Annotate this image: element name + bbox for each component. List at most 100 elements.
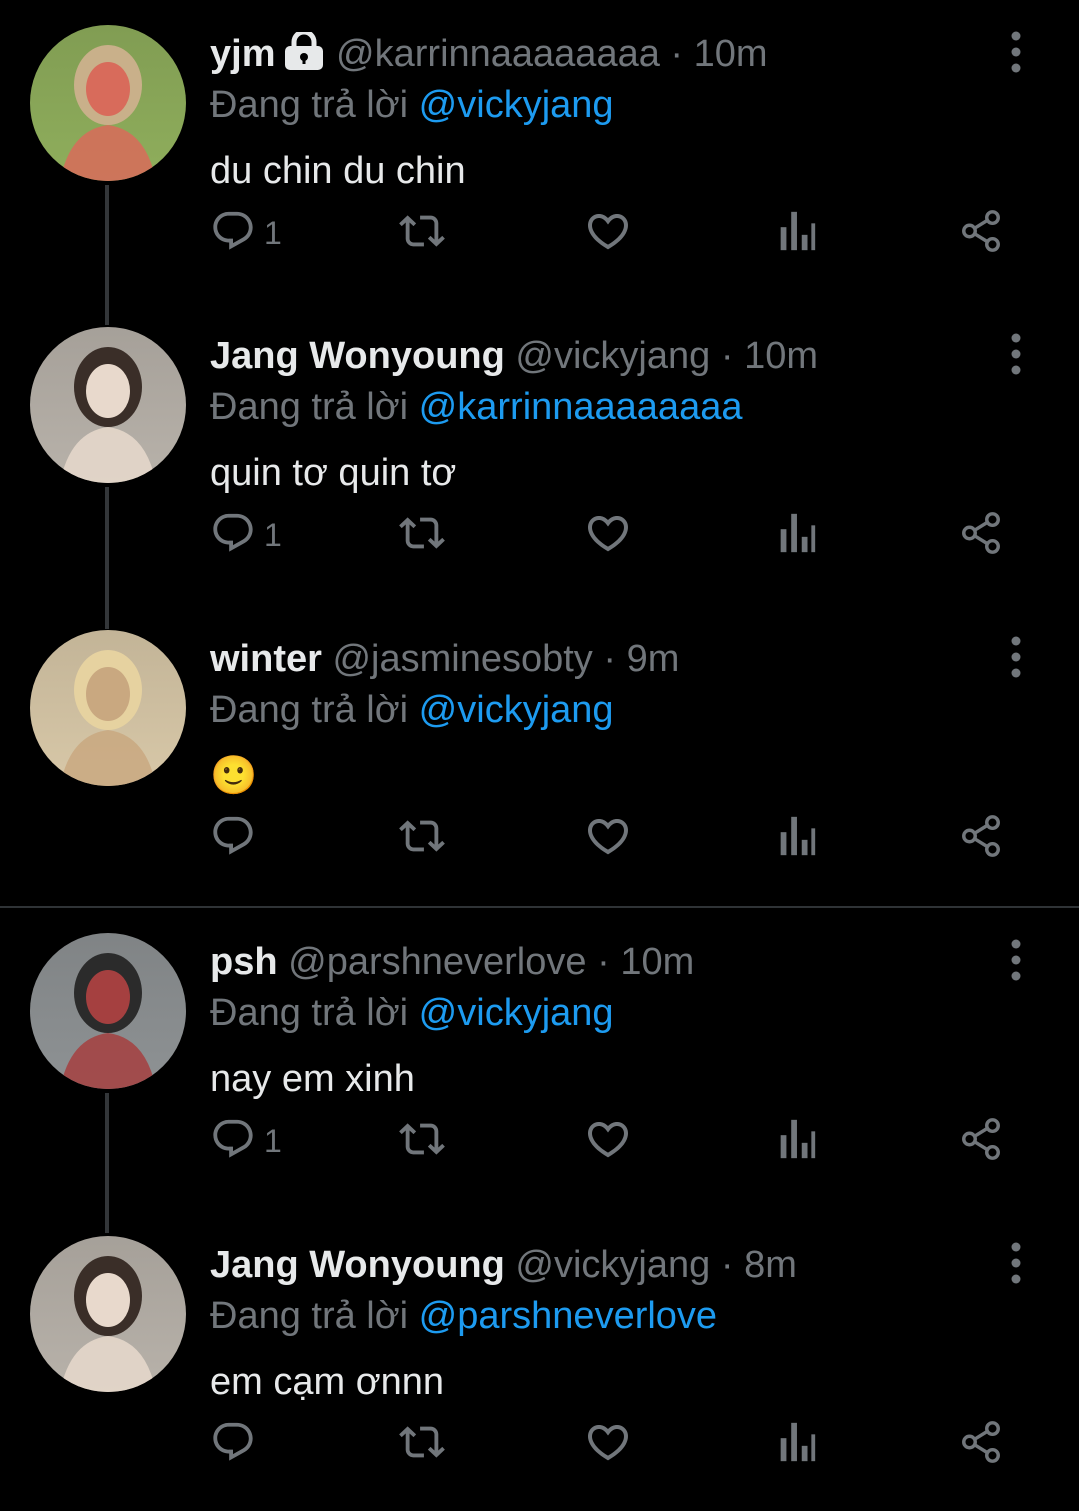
- share-icon: [958, 1116, 1004, 1167]
- display-name[interactable]: Jang Wonyoung: [210, 1244, 505, 1286]
- retweet-button[interactable]: [396, 205, 448, 261]
- avatar[interactable]: [30, 25, 186, 181]
- more-icon[interactable]: [1004, 30, 1028, 74]
- tweet-text: du chin du chin: [210, 150, 466, 192]
- timestamp[interactable]: 10m: [744, 335, 818, 377]
- tweet-text: nay em xinh: [210, 1058, 415, 1100]
- reply-button[interactable]: 1: [210, 1113, 282, 1169]
- tweet[interactable]: Jang Wonyoung @vickyjang · 8m Đang trả l…: [0, 1211, 1079, 1511]
- replying-to: Đang trả lời @vickyjang: [210, 687, 614, 733]
- views-icon: [776, 1419, 816, 1470]
- reply-count: 1: [264, 516, 282, 553]
- avatar[interactable]: [30, 933, 186, 1089]
- more-icon[interactable]: [1004, 635, 1028, 679]
- retweet-button[interactable]: [396, 810, 448, 866]
- action-bar: [210, 1416, 1020, 1472]
- views-icon: [776, 208, 816, 259]
- replying-to-label: Đang trả lời: [210, 689, 409, 731]
- avatar[interactable]: [30, 327, 186, 483]
- mention-link[interactable]: @parshneverlove: [419, 1295, 717, 1337]
- share-button[interactable]: [958, 810, 1004, 866]
- like-icon: [584, 207, 632, 260]
- tweet-header: psh @parshneverlove · 10m: [210, 938, 694, 986]
- display-name[interactable]: psh: [210, 941, 278, 983]
- avatar[interactable]: [30, 630, 186, 786]
- retweet-button[interactable]: [396, 507, 448, 563]
- action-bar: 1: [210, 1113, 1020, 1169]
- user-handle[interactable]: @karrinnaaaaaaaa: [336, 33, 660, 75]
- retweet-button[interactable]: [396, 1416, 448, 1472]
- action-bar: [210, 810, 1020, 866]
- timestamp[interactable]: 10m: [694, 33, 768, 75]
- share-icon: [958, 813, 1004, 864]
- like-button[interactable]: [584, 810, 632, 866]
- retweet-icon: [396, 1116, 448, 1167]
- views-icon: [776, 1116, 816, 1167]
- more-icon[interactable]: [1004, 332, 1028, 376]
- more-icon[interactable]: [1004, 938, 1028, 982]
- separator-dot: ·: [603, 638, 617, 680]
- like-icon: [584, 509, 632, 562]
- views-icon: [776, 510, 816, 561]
- retweet-icon: [396, 510, 448, 561]
- replying-to-label: Đang trả lời: [210, 84, 409, 126]
- retweet-icon: [396, 813, 448, 864]
- reply-button[interactable]: 1: [210, 205, 282, 261]
- replying-to-label: Đang trả lời: [210, 1295, 409, 1337]
- share-icon: [958, 1419, 1004, 1470]
- share-icon: [958, 510, 1004, 561]
- views-button[interactable]: [776, 1416, 816, 1472]
- reply-button[interactable]: 1: [210, 507, 282, 563]
- reply-icon: [210, 1116, 256, 1167]
- user-handle[interactable]: @parshneverlove: [288, 941, 586, 983]
- reply-count: 1: [264, 214, 282, 251]
- mention-link[interactable]: @vickyjang: [419, 84, 614, 126]
- share-button[interactable]: [958, 1113, 1004, 1169]
- like-icon: [584, 812, 632, 865]
- tweet[interactable]: winter @jasminesobty · 9m Đang trả lời @…: [0, 605, 1079, 905]
- user-handle[interactable]: @vickyjang: [515, 335, 710, 377]
- timestamp[interactable]: 10m: [620, 941, 694, 983]
- reply-button[interactable]: [210, 810, 264, 866]
- mention-link[interactable]: @karrinnaaaaaaaa: [419, 386, 743, 428]
- action-bar: 1: [210, 507, 1020, 563]
- views-button[interactable]: [776, 1113, 816, 1169]
- avatar[interactable]: [30, 1236, 186, 1392]
- tweet[interactable]: yjm @karrinnaaaaaaaa · 10m Đang trả lời …: [0, 0, 1079, 300]
- user-handle[interactable]: @vickyjang: [515, 1244, 710, 1286]
- action-bar: 1: [210, 205, 1020, 261]
- share-button[interactable]: [958, 205, 1004, 261]
- share-button[interactable]: [958, 1416, 1004, 1472]
- tweet-text: em cạm ơnnn: [210, 1361, 445, 1403]
- tweet[interactable]: psh @parshneverlove · 10m Đang trả lời @…: [0, 908, 1079, 1208]
- timestamp[interactable]: 8m: [744, 1244, 797, 1286]
- reply-count: 1: [264, 1122, 282, 1159]
- separator-dot: ·: [670, 33, 684, 75]
- views-button[interactable]: [776, 810, 816, 866]
- mention-link[interactable]: @vickyjang: [419, 689, 614, 731]
- like-icon: [584, 1418, 632, 1471]
- mention-link[interactable]: @vickyjang: [419, 992, 614, 1034]
- tweet-header: winter @jasminesobty · 9m: [210, 635, 679, 683]
- share-button[interactable]: [958, 507, 1004, 563]
- user-handle[interactable]: @jasminesobty: [332, 638, 592, 680]
- display-name[interactable]: Jang Wonyoung: [210, 335, 505, 377]
- timestamp[interactable]: 9m: [627, 638, 680, 680]
- tweet[interactable]: Jang Wonyoung @vickyjang · 10m Đang trả …: [0, 302, 1079, 602]
- views-button[interactable]: [776, 507, 816, 563]
- tweet-text: quin tơ quin tơ: [210, 452, 457, 494]
- views-button[interactable]: [776, 205, 816, 261]
- reply-button[interactable]: [210, 1416, 264, 1472]
- like-button[interactable]: [584, 205, 632, 261]
- display-name[interactable]: yjm: [210, 33, 275, 75]
- like-button[interactable]: [584, 1113, 632, 1169]
- like-button[interactable]: [584, 1416, 632, 1472]
- like-button[interactable]: [584, 507, 632, 563]
- separator-dot: ·: [720, 1244, 734, 1286]
- display-name[interactable]: winter: [210, 638, 322, 680]
- retweet-button[interactable]: [396, 1113, 448, 1169]
- reply-icon: [210, 208, 256, 259]
- replying-to: Đang trả lời @karrinnaaaaaaaa: [210, 384, 742, 430]
- lock-icon: [283, 29, 325, 82]
- more-icon[interactable]: [1004, 1241, 1028, 1285]
